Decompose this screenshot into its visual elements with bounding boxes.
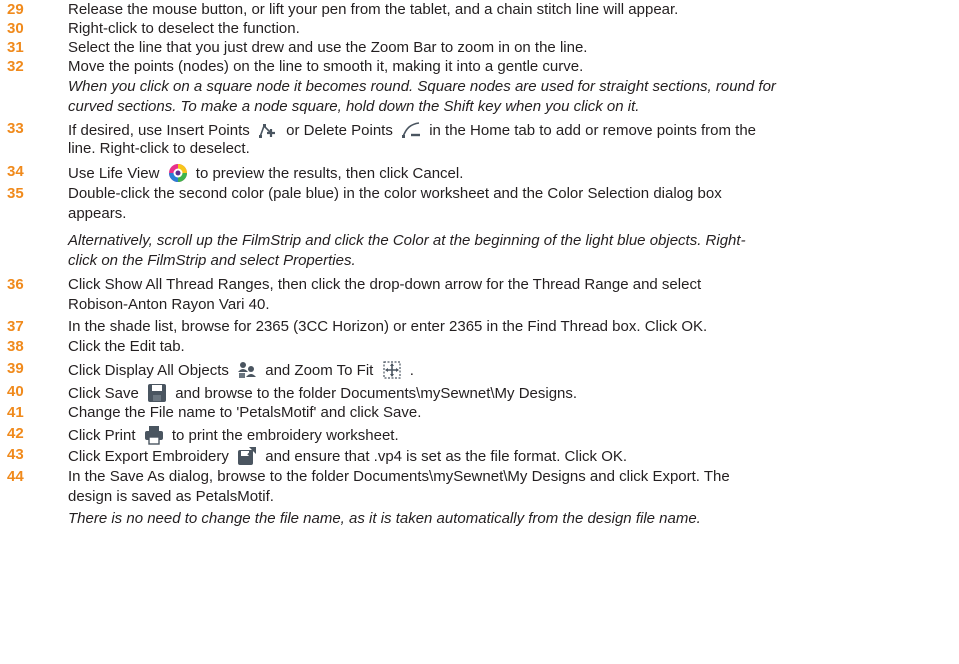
step-text: Select the line that you just drew and u… [68, 39, 588, 56]
step-number: 44 [7, 468, 24, 485]
step-number: 40 [7, 383, 24, 400]
step-text: If desired, use Insert Points [68, 122, 250, 139]
life-view-icon [168, 163, 188, 183]
step-number: 32 [7, 58, 24, 75]
step-number: 42 [7, 425, 24, 442]
step-text: and Zoom To Fit [265, 362, 374, 379]
step-32-note: When you click on a square node it becom… [68, 77, 948, 117]
step-number: 34 [7, 163, 24, 180]
step-text: Release the mouse button, or lift your p… [68, 1, 679, 18]
step-text: to preview the results, then click Cance… [195, 165, 464, 182]
step-number: 36 [7, 276, 24, 293]
note-line: curved sections. To make a node square, … [68, 98, 640, 115]
step-44-note: There is no need to change the file name… [68, 509, 948, 529]
step-text: to print the embroidery worksheet. [171, 427, 399, 444]
step-number: 35 [7, 185, 24, 202]
step-number: 39 [7, 360, 24, 377]
step-number: 30 [7, 20, 24, 37]
step-line: design is saved as PetalsMotif. [68, 488, 274, 505]
step-text: In the shade list, browse for 2365 (3CC … [68, 318, 708, 335]
step-line: If desired, use Insert Points or Delete … [68, 120, 948, 140]
step-text: Click Print [68, 427, 136, 444]
step-text: Click the Edit tab. [68, 338, 185, 355]
step-number: 41 [7, 404, 24, 421]
step-number: 29 [7, 1, 24, 18]
note-line: Alternatively, scroll up the FilmStrip a… [68, 232, 746, 249]
step-number: 38 [7, 338, 24, 355]
step-text: Click Export Embroidery [68, 448, 229, 465]
step-text: Right-click to deselect the function. [68, 20, 300, 37]
step-line: Robison-Anton Rayon Vari 40. [68, 296, 270, 313]
print-icon [144, 425, 164, 445]
delete-points-icon [401, 120, 421, 140]
instruction-page: 29 Release the mouse button, or lift you… [0, 0, 959, 664]
step-text: . [409, 362, 414, 379]
step-line: Double-click the second color (pale blue… [68, 185, 722, 202]
step-text: Change the File name to 'PetalsMotif' an… [68, 404, 422, 421]
step-text: and ensure that .vp4 is set as the file … [265, 448, 628, 465]
step-text: or Delete Points [286, 122, 393, 139]
step-line: line. Right-click to deselect. [68, 140, 250, 157]
step-text: Move the points (nodes) on the line to s… [68, 58, 584, 75]
note-line: There is no need to change the file name… [68, 510, 701, 527]
step-number: 33 [7, 120, 24, 137]
insert-points-icon [258, 120, 278, 140]
step-number: 31 [7, 39, 24, 56]
step-text: in the Home tab to add or remove points … [429, 122, 757, 139]
zoom-to-fit-icon [382, 360, 402, 380]
step-line: Click Show All Thread Ranges, then click… [68, 276, 702, 293]
step-text: Click Display All Objects [68, 362, 229, 379]
save-icon [147, 383, 167, 403]
step-text: Use Life View [68, 165, 160, 182]
step-number: 37 [7, 318, 24, 335]
display-all-objects-icon [237, 360, 257, 380]
export-embroidery-icon [237, 446, 257, 466]
step-line: appears. [68, 205, 127, 222]
step-text: and browse to the folder Documents\mySew… [175, 385, 578, 402]
note-line: When you click on a square node it becom… [68, 78, 776, 95]
step-number: 43 [7, 446, 24, 463]
step-text: Click Save [68, 385, 139, 402]
note-line: click on the FilmStrip and select Proper… [68, 252, 356, 269]
step-35-note: Alternatively, scroll up the FilmStrip a… [68, 231, 948, 271]
step-line: In the Save As dialog, browse to the fol… [68, 468, 730, 485]
